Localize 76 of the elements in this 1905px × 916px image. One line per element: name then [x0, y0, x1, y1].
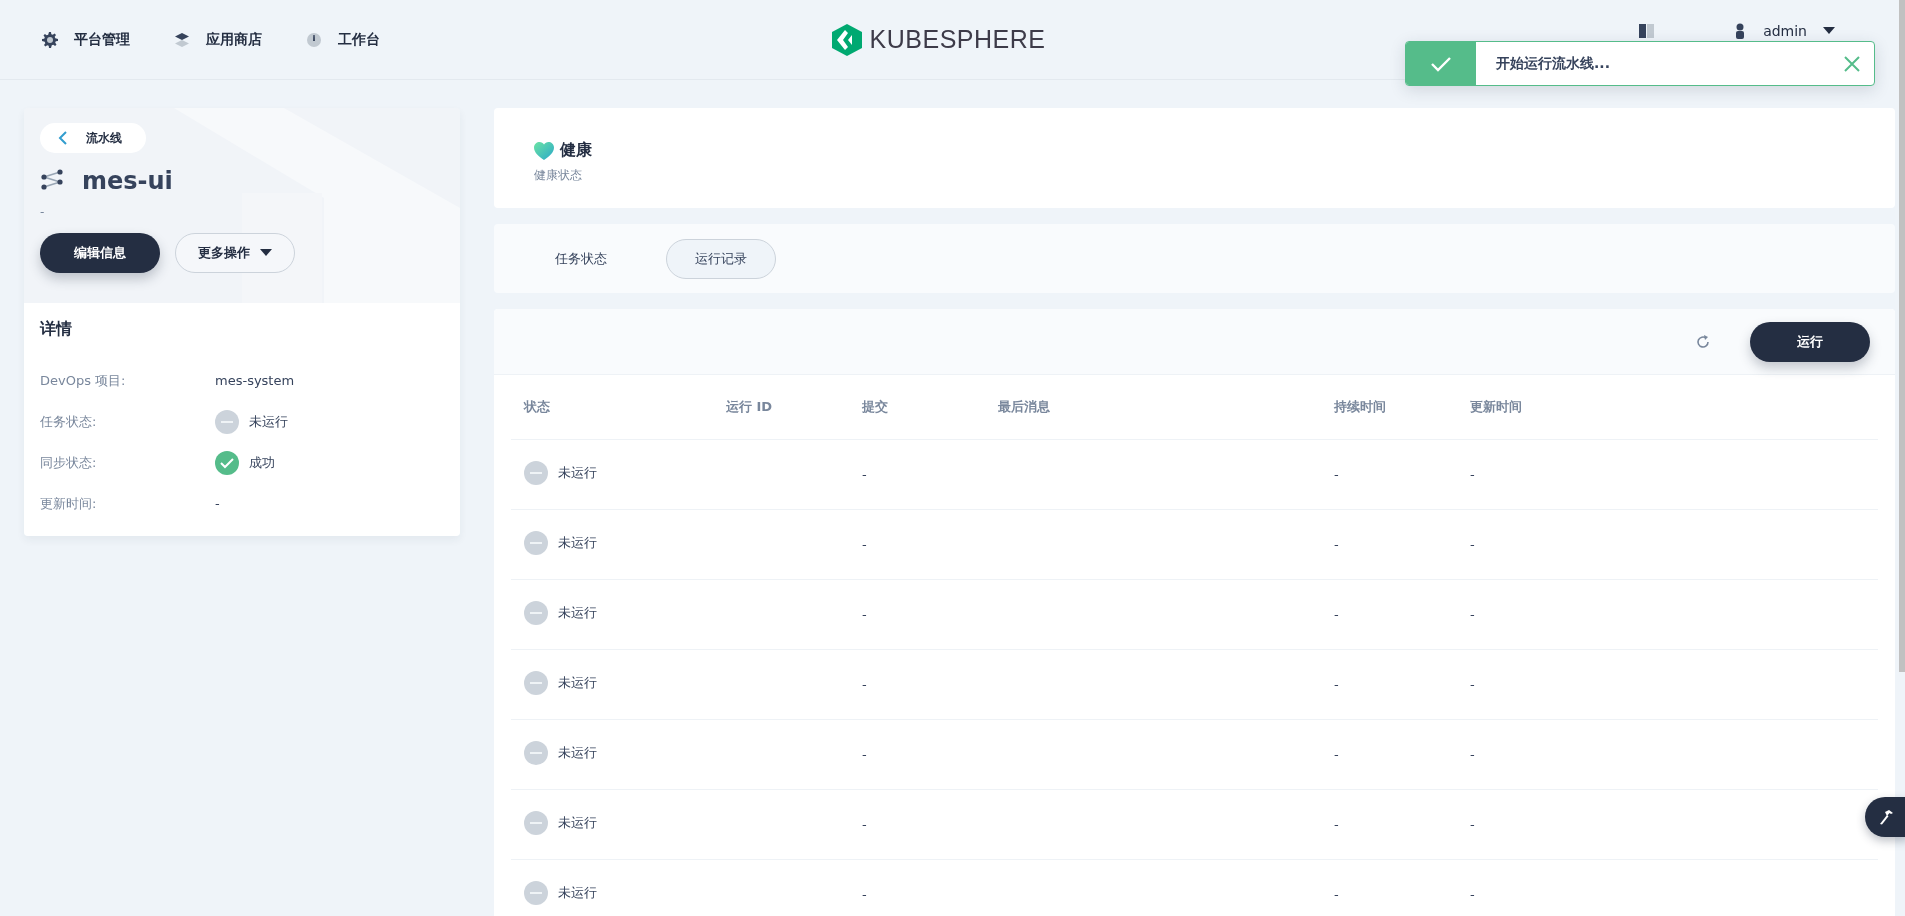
table-cell: -: [862, 677, 867, 692]
column-header: 持续时间: [1321, 375, 1457, 440]
column-header: 更新时间: [1457, 375, 1878, 440]
gear-icon: [42, 31, 58, 48]
table-cell: -: [1334, 537, 1339, 552]
column-header: 状态: [511, 375, 713, 440]
column-header: 最后消息: [985, 375, 1321, 440]
detail-value: 未运行: [249, 412, 288, 431]
close-button[interactable]: [1844, 55, 1860, 72]
health-subtitle: 健康状态: [534, 167, 583, 184]
column-header: 提交: [849, 375, 985, 440]
tab[interactable]: 运行记录: [666, 238, 776, 279]
nav-link[interactable]: 平台管理: [42, 30, 130, 49]
run-button[interactable]: 运行: [1750, 321, 1870, 362]
table-cell: -: [862, 537, 867, 552]
heart-icon: [534, 141, 554, 160]
back-button[interactable]: 流水线: [40, 123, 146, 153]
detail-label: 任务状态:: [40, 412, 98, 431]
column-header: 运行 ID: [713, 375, 849, 440]
tab[interactable]: 任务状态: [526, 238, 636, 279]
table-cell: -: [862, 887, 867, 902]
table-cell: -: [1334, 887, 1339, 902]
status-text: 未运行: [558, 744, 597, 762]
table-cell: -: [862, 817, 867, 832]
detail-value: 成功: [249, 453, 275, 472]
table-cell: -: [1470, 537, 1475, 552]
caret-icon[interactable]: [1823, 26, 1835, 35]
table-cell: -: [862, 747, 867, 762]
table-cell: -: [1470, 817, 1475, 832]
health-title: 健康: [560, 140, 592, 161]
user-name[interactable]: admin: [1763, 22, 1807, 39]
status-text: 未运行: [558, 884, 597, 902]
status-text: 未运行: [558, 604, 597, 622]
toast-message: 开始运行流水线...: [1495, 54, 1611, 73]
refresh-icon[interactable]: [1696, 334, 1710, 349]
hammer-icon: [1877, 808, 1895, 826]
table-cell: -: [1470, 467, 1475, 482]
scrollbar[interactable]: [1899, 0, 1905, 672]
user-icon: [1735, 22, 1746, 39]
more-actions-button[interactable]: 更多操作: [175, 233, 295, 273]
table-cell: -: [1470, 607, 1475, 622]
edit-button[interactable]: 编辑信息: [40, 233, 160, 273]
table-cell: -: [1470, 677, 1475, 692]
tool-button[interactable]: [1865, 797, 1905, 837]
chevron-left-icon: [58, 131, 68, 145]
status-text: 未运行: [558, 814, 597, 832]
logo-icon: [831, 23, 862, 56]
caret-icon: [260, 249, 272, 257]
table-cell: -: [1470, 747, 1475, 762]
status-text: 未运行: [558, 464, 597, 482]
detail-label: 同步状态:: [40, 453, 98, 472]
detail-label: 更新时间:: [40, 494, 98, 513]
detail-label: DevOps 项目:: [40, 371, 127, 390]
description: -: [40, 205, 46, 219]
pipeline-name: mes-ui: [82, 167, 173, 195]
pipeline-icon: [40, 169, 64, 193]
table-cell: -: [862, 467, 867, 482]
check-icon: [1431, 55, 1451, 72]
table-cell: -: [862, 607, 867, 622]
table-cell: -: [1334, 747, 1339, 762]
logo-text: KUBESPHERE: [869, 25, 1046, 54]
details-heading: 详情: [40, 319, 73, 340]
layers-icon: [174, 31, 190, 48]
gauge-icon: [306, 31, 322, 48]
table-cell: -: [1334, 467, 1339, 482]
detail-value: -: [215, 496, 220, 511]
table-cell: -: [1334, 677, 1339, 692]
table-cell: -: [1334, 607, 1339, 622]
status-text: 未运行: [558, 534, 597, 552]
status-text: 未运行: [558, 674, 597, 692]
nav-link[interactable]: 应用商店: [174, 30, 262, 49]
detail-value: mes-system: [215, 373, 295, 388]
table-cell: -: [1334, 817, 1339, 832]
table-cell: -: [1470, 887, 1475, 902]
console-icon: [1639, 23, 1656, 38]
nav-link[interactable]: 工作台: [306, 30, 380, 49]
